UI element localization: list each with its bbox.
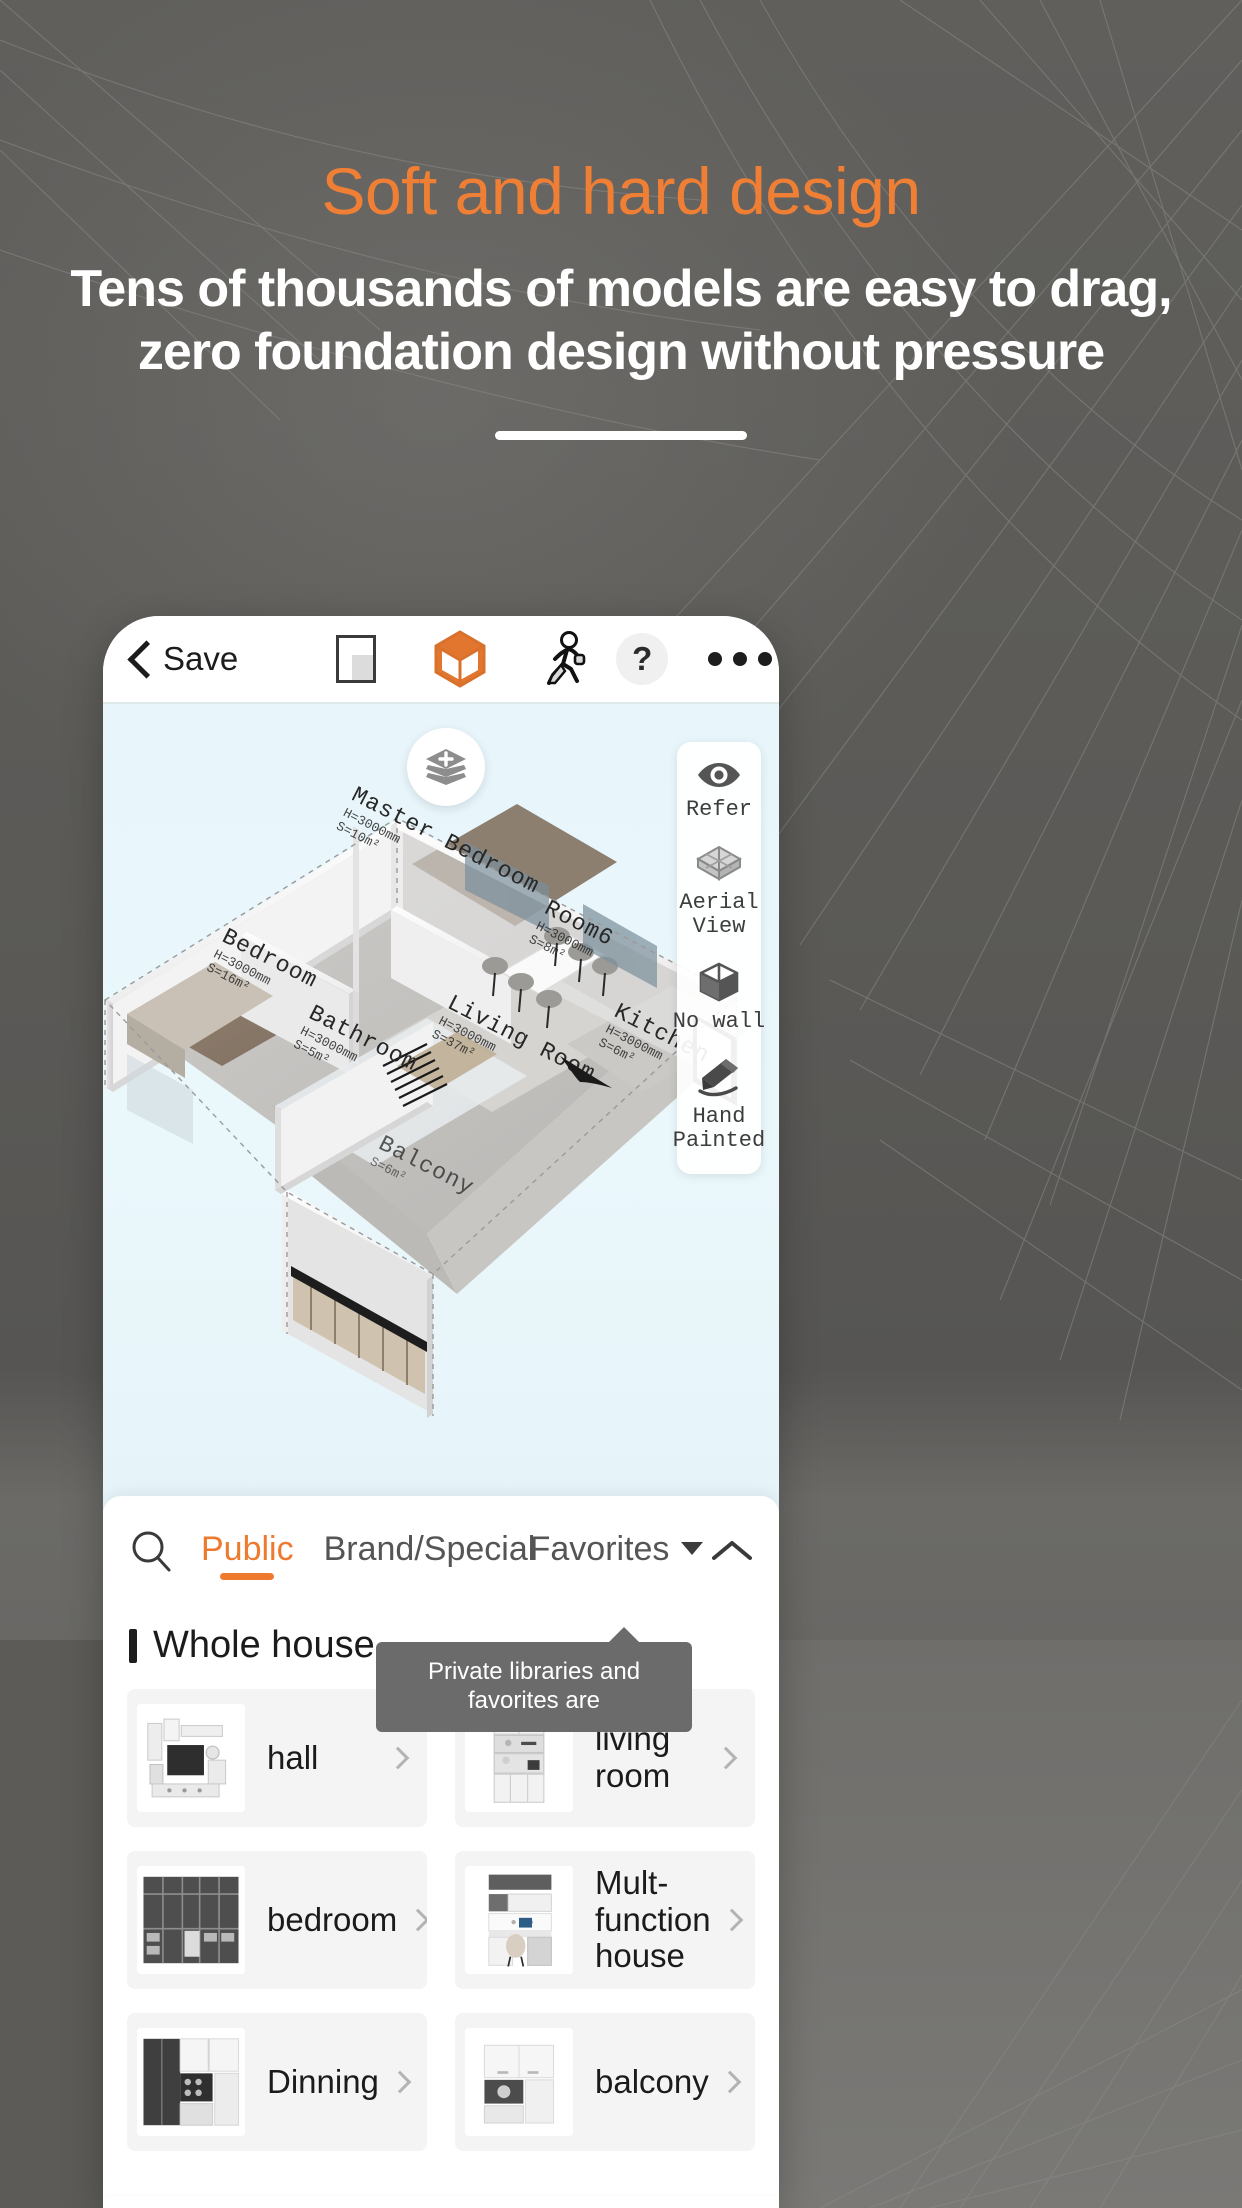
floorplan-mode-button[interactable] <box>304 635 408 683</box>
toolbar-right-group: ? <box>616 633 773 685</box>
library-tabbar: Public Brand/Special Favorites <box>103 1496 779 1606</box>
category-thumbnail <box>465 1866 573 1974</box>
tool-label: No wall <box>672 1008 766 1034</box>
cube-outline-icon <box>699 962 739 1002</box>
search-button[interactable] <box>129 1529 201 1573</box>
tab-favorites-label: Favorites <box>529 1529 670 1568</box>
category-card[interactable]: Dinning <box>127 2013 427 2151</box>
category-name: Dinning <box>267 2062 379 2100</box>
back-button[interactable]: Save <box>129 640 238 678</box>
tool-no-wall[interactable]: No wall <box>673 962 765 1035</box>
tool-label: Hand Painted <box>672 1103 766 1154</box>
walking-person-icon <box>547 631 586 685</box>
category-thumbnail <box>137 2028 245 2136</box>
category-name: Mult-function house <box>595 1863 711 1975</box>
section-title: Whole house <box>153 1624 375 1666</box>
tab-brand-special[interactable]: Brand/Special <box>324 1530 536 1580</box>
pen-icon <box>698 1058 738 1096</box>
dark-sideboard-thumb <box>137 2028 245 2136</box>
chevron-down-icon <box>681 1542 704 1556</box>
chevron-left-icon <box>129 642 151 676</box>
aerial-box-icon <box>696 845 742 881</box>
divider <box>495 430 747 440</box>
pointer-arrow-icon <box>560 1056 612 1088</box>
category-chevron <box>403 1908 427 1932</box>
viewport-tool-rail: Refer Aerial View No wall Hand Painted <box>673 742 765 1174</box>
tooltip: Private libraries and favorites are <box>376 1627 692 1732</box>
cube-3d-icon <box>434 630 486 688</box>
tool-hand-painted[interactable]: Hand Painted <box>673 1057 765 1154</box>
category-card[interactable]: Mult-function house <box>455 1851 755 1989</box>
category-name: bedroom <box>267 1900 398 1938</box>
dark-wardrobe-thumb <box>137 1866 245 1974</box>
category-chevron <box>715 2070 745 2094</box>
category-card[interactable]: bedroom <box>127 1851 427 1989</box>
tool-label: Aerial View <box>679 889 759 940</box>
laundry-cabinet-thumb <box>465 2028 573 2136</box>
category-grid: hall living room bedroom Mult-function h… <box>103 1667 779 2151</box>
category-chevron <box>385 2070 415 2094</box>
section-accent-bar <box>129 1628 137 1663</box>
save-label: Save <box>163 640 239 677</box>
tab-favorites[interactable]: Favorites <box>530 1530 704 1580</box>
tab-public[interactable]: Public <box>201 1530 294 1580</box>
collapse-panel-button[interactable] <box>709 1538 755 1564</box>
phone-mockup: Save ? Master Bedroom H=3000mm S=10m² Be… <box>103 616 779 2208</box>
category-thumbnail <box>465 2028 573 2136</box>
category-thumbnail <box>137 1704 245 1812</box>
category-name: hall <box>267 1738 319 1776</box>
category-card[interactable]: balcony <box>455 2013 755 2151</box>
category-thumbnail <box>137 1866 245 1974</box>
search-icon <box>132 1531 171 1572</box>
library-tabs: Public Brand/Special Favorites <box>201 1522 709 1580</box>
promo-subtitle: Tens of thousands of models are easy to … <box>70 260 1172 382</box>
promo-title: Soft and hard design <box>321 154 921 228</box>
tool-refer[interactable]: Refer <box>677 760 761 823</box>
desk-shelf-thumb <box>465 1866 573 1974</box>
tool-aerial-view[interactable]: Aerial View <box>677 845 761 940</box>
add-layer-button[interactable] <box>407 728 485 806</box>
tool-label: Refer <box>685 797 752 822</box>
category-chevron <box>383 1746 413 1770</box>
floorplan-icon <box>336 635 377 683</box>
app-toolbar: Save ? <box>103 616 779 702</box>
promo-header: Soft and hard design Tens of thousands o… <box>0 0 1242 440</box>
toolbar-mode-icons <box>238 630 616 688</box>
category-name: balcony <box>595 2062 709 2100</box>
layers-add-icon <box>426 749 466 785</box>
walkthrough-mode-button[interactable] <box>512 631 616 687</box>
category-chevron <box>711 1746 741 1770</box>
model-library-panel: Public Brand/Special Favorites Whole hou… <box>103 1496 779 2194</box>
eye-icon <box>698 763 740 787</box>
category-chevron <box>717 1908 747 1932</box>
category-name: living room <box>595 1720 671 1794</box>
cube-3d-mode-button[interactable] <box>408 630 512 688</box>
3d-viewport[interactable]: Master Bedroom H=3000mm S=10m² Bedroom H… <box>103 702 779 1510</box>
chevron-up-icon <box>712 1541 752 1560</box>
help-button[interactable]: ? <box>616 633 669 685</box>
tv-wall-unit-thumb <box>137 1704 245 1812</box>
more-dots-icon[interactable] <box>708 652 773 666</box>
